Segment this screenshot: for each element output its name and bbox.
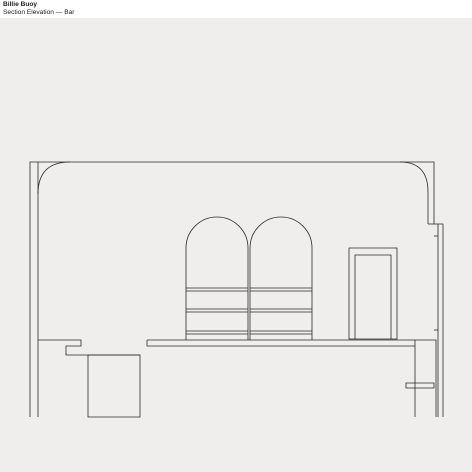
section-elevation-drawing: [0, 0, 472, 472]
arched-shelving-right: [250, 217, 312, 340]
wall-section-outline: [30, 162, 443, 417]
bar-counter: [147, 340, 436, 417]
left-counter: [38, 340, 140, 355]
pedestal-cabinet: [88, 355, 140, 417]
arched-shelving-left: [186, 217, 248, 340]
page: Billie Buoy Section Elevation — Bar: [0, 0, 472, 472]
door-elevation: [349, 248, 397, 339]
